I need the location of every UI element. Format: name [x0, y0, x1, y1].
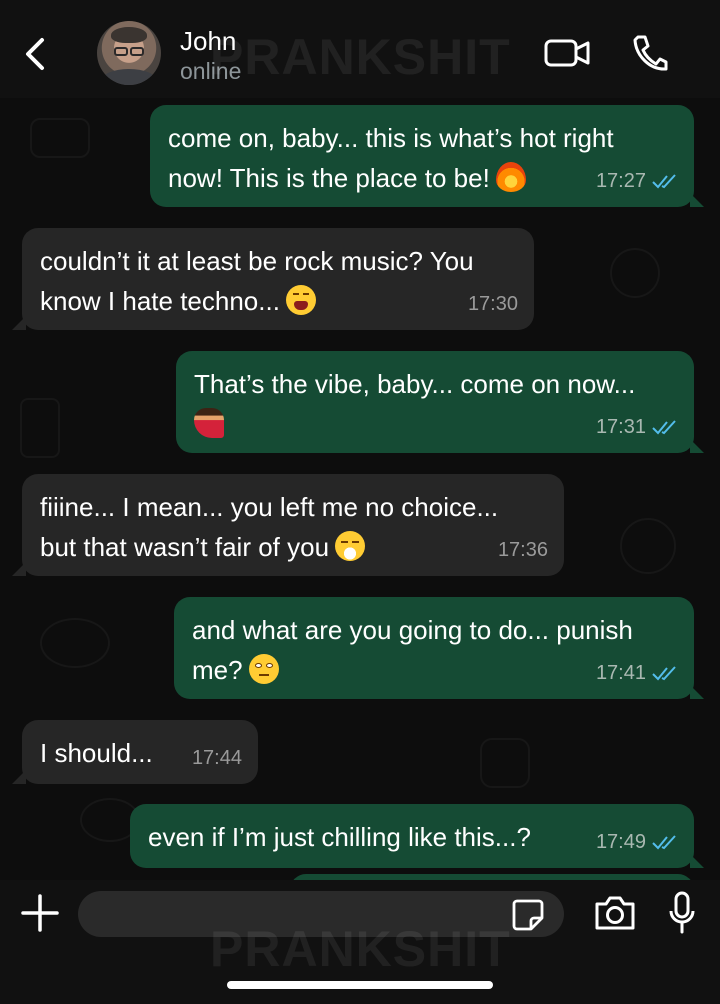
message-meta: 17:44	[192, 738, 242, 778]
message-incoming[interactable]: couldn’t it at least be rock music? You …	[12, 228, 534, 330]
message-time: 17:36	[497, 539, 548, 561]
message-text: I should...	[40, 738, 153, 768]
huffing-face-emoji	[335, 531, 366, 561]
message-text: come on, baby... this is what’s hot righ…	[168, 123, 614, 193]
message-text: That’s the vibe, baby... come on now...	[194, 369, 636, 399]
fire-emoji	[495, 162, 526, 192]
message-text: fiiine... I mean... you left me no choic…	[40, 492, 499, 562]
contact-name[interactable]: John	[180, 26, 236, 57]
message-meta: 17:27	[596, 161, 680, 201]
chat-header: John online	[0, 0, 720, 98]
message-outgoing[interactable]: and what are you going to do... punish m…	[174, 597, 704, 699]
dancer-emoji	[194, 408, 224, 438]
message-meta: 17:41	[596, 653, 680, 693]
read-ticks-icon	[652, 666, 676, 681]
message-text: couldn’t it at least be rock music? You …	[40, 246, 474, 316]
message-meta: 17:30	[468, 284, 518, 324]
message-meta: 17:36	[498, 530, 548, 570]
read-ticks-icon	[652, 420, 676, 435]
message-outgoing[interactable]: even if I’m just chilling like this...? …	[130, 804, 704, 868]
message-text: even if I’m just chilling like this...?	[148, 822, 531, 852]
message-time: 17:27	[595, 170, 646, 192]
message-outgoing[interactable]: come on, baby... this is what’s hot righ…	[150, 105, 704, 207]
tired-face-emoji	[285, 285, 316, 315]
message-time: 17:31	[595, 416, 646, 438]
phone-icon[interactable]	[632, 34, 668, 72]
message-input[interactable]	[78, 891, 564, 937]
sticker-icon[interactable]	[511, 898, 545, 932]
read-ticks-icon	[652, 835, 676, 850]
video-camera-icon[interactable]	[544, 37, 590, 69]
microphone-icon[interactable]	[668, 891, 696, 935]
avatar[interactable]	[97, 21, 161, 85]
plus-icon[interactable]	[20, 893, 60, 933]
message-time: 17:30	[467, 293, 518, 315]
message-incoming[interactable]: fiiine... I mean... you left me no choic…	[12, 474, 564, 576]
message-meta: 17:49	[596, 822, 680, 862]
message-outgoing[interactable]: That’s the vibe, baby... come on now... …	[176, 351, 704, 453]
camera-icon[interactable]	[594, 894, 636, 932]
message-time: 17:44	[191, 747, 242, 769]
message-time: 17:49	[595, 831, 646, 853]
message-incoming[interactable]: I should... 17:44	[12, 720, 258, 784]
read-ticks-icon	[652, 174, 676, 189]
message-list[interactable]: PRANKSHIT come on, baby... this is what’…	[0, 98, 720, 880]
message-time: 17:41	[595, 662, 646, 684]
chevron-left-icon[interactable]	[20, 34, 50, 74]
contact-status: online	[180, 58, 242, 84]
home-indicator[interactable]	[227, 981, 493, 989]
flushed-face-emoji	[248, 654, 279, 684]
message-meta: 17:31	[596, 407, 680, 447]
